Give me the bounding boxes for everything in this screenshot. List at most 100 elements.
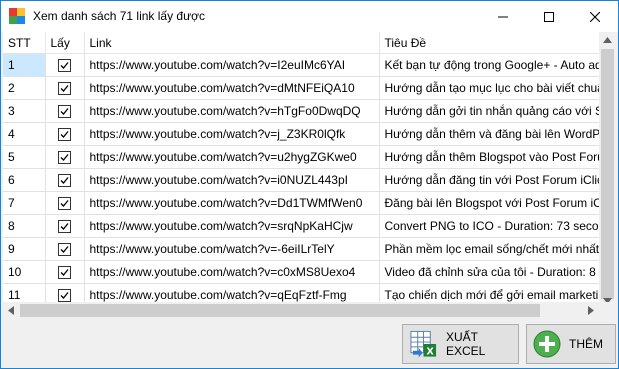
column-header-link[interactable]: Link [84,32,380,54]
table-row[interactable]: 9 https://www.youtube.com/watch?v=-6eiILr… [3,237,616,261]
checkmark-icon [60,223,69,231]
row-checkbox[interactable] [58,197,71,211]
close-icon [590,11,600,22]
row-checkbox-cell [45,99,85,123]
row-checkbox-cell [45,122,85,146]
row-stt[interactable]: 8 [3,214,46,238]
row-link[interactable]: https://www.youtube.com/watch?v=srqNpKaH… [84,214,380,238]
add-button[interactable]: THÊM [526,324,616,364]
table-row[interactable]: 10 https://www.youtube.com/watch?v=c0xMS8… [3,260,616,284]
vertical-scroll-thumb[interactable] [601,49,614,299]
row-link[interactable]: https://www.youtube.com/watch?v=c0xMS8Ue… [84,260,380,284]
table-row[interactable]: 1 https://www.youtube.com/watch?v=I2euIMc… [3,53,616,77]
checkmark-icon [60,108,69,116]
vertical-scrollbar[interactable] [599,32,616,304]
row-checkbox-cell [45,145,85,169]
row-title[interactable]: Convert PNG to ICO - Duration: 73 secon [379,214,616,238]
row-stt[interactable]: 1 [3,53,46,77]
scrollbar-corner [599,302,616,319]
row-checkbox-cell [45,53,85,77]
row-stt[interactable]: 6 [3,168,46,192]
row-stt[interactable]: 3 [3,99,46,123]
maximize-button[interactable] [526,1,572,32]
row-checkbox[interactable] [58,289,71,303]
row-link[interactable]: https://www.youtube.com/watch?v=-6eiILrT… [84,237,380,261]
row-stt[interactable]: 9 [3,237,46,261]
row-checkbox-cell [45,214,85,238]
checkmark-icon [60,85,69,93]
column-header-stt[interactable]: STT [3,32,46,54]
row-title[interactable]: Hướng dẫn tạo mục lục cho bài viết chuẩ [379,76,616,100]
table-row[interactable]: 6 https://www.youtube.com/watch?v=i0NUZL4… [3,168,616,192]
window-title: Xem danh sách 71 link lấy được [33,9,205,23]
links-table: STT Lấy Link Tiêu Đề 1 https://www.youtub… [3,32,616,307]
scroll-up-icon[interactable] [603,37,612,43]
row-link[interactable]: https://www.youtube.com/watch?v=I2euIMc6… [84,53,380,77]
table-row[interactable]: 3 https://www.youtube.com/watch?v=hTgFo0D… [3,99,616,123]
app-icon [9,8,25,24]
row-stt[interactable]: 2 [3,76,46,100]
row-checkbox[interactable] [58,266,71,280]
column-header-lay[interactable]: Lấy [45,32,85,54]
links-grid: STT Lấy Link Tiêu Đề 1 https://www.youtub… [3,32,616,319]
close-button[interactable] [572,1,618,32]
header-row: STT Lấy Link Tiêu Đề [3,32,616,54]
row-link[interactable]: https://www.youtube.com/watch?v=hTgFo0Dw… [84,99,380,123]
checkmark-icon [60,62,69,70]
row-checkbox-cell [45,260,85,284]
row-title[interactable]: Hướng dẫn gởi tin nhắn quảng cáo với SM [379,99,616,123]
row-link[interactable]: https://www.youtube.com/watch?v=i0NUZL44… [84,168,380,192]
row-checkbox[interactable] [58,243,71,257]
row-title[interactable]: Kết bạn tự động trong Google+ - Auto add [379,53,616,77]
horizontal-scroll-thumb[interactable] [20,304,540,317]
row-checkbox-cell [45,191,85,215]
row-stt[interactable]: 10 [3,260,46,284]
row-checkbox[interactable] [58,174,71,188]
table-row[interactable]: 2 https://www.youtube.com/watch?v=dMtNFEi… [3,76,616,100]
row-link[interactable]: https://www.youtube.com/watch?v=dMtNFEiQ… [84,76,380,100]
row-checkbox-cell [45,76,85,100]
row-checkbox[interactable] [58,59,71,73]
row-title[interactable]: Hướng dẫn thêm và đăng bài lên WordPre [379,122,616,146]
row-link[interactable]: https://www.youtube.com/watch?v=Dd1TWMfW… [84,191,380,215]
add-label: THÊM [569,337,603,351]
checkmark-icon [60,292,69,300]
scroll-left-icon[interactable] [8,306,14,315]
row-stt[interactable]: 4 [3,122,46,146]
row-title[interactable]: Video đã chỉnh sửa của tôi - Duration: 8… [379,260,616,284]
row-checkbox-cell [45,168,85,192]
column-header-title[interactable]: Tiêu Đề [379,32,616,54]
row-checkbox[interactable] [58,82,71,96]
checkmark-icon [60,154,69,162]
row-checkbox-cell [45,237,85,261]
table-row[interactable]: 7 https://www.youtube.com/watch?v=Dd1TWMf… [3,191,616,215]
row-checkbox[interactable] [58,128,71,142]
export-excel-label: XUẤT EXCEL [446,330,486,358]
row-checkbox[interactable] [58,220,71,234]
row-title[interactable]: Hướng dẫn đăng tin với Post Forum iClick [379,168,616,192]
horizontal-scrollbar[interactable] [3,302,599,319]
row-title[interactable]: Hướng dẫn thêm Blogspot vào Post Forum [379,145,616,169]
checkmark-icon [60,200,69,208]
svg-text:X: X [426,347,434,358]
table-row[interactable]: 4 https://www.youtube.com/watch?v=j_Z3KR0… [3,122,616,146]
row-title[interactable]: Đăng bài lên Blogspot với Post Forum iCl… [379,191,616,215]
checkmark-icon [60,269,69,277]
scroll-right-icon[interactable] [588,306,594,315]
maximize-icon [544,11,554,22]
checkmark-icon [60,177,69,185]
row-link[interactable]: https://www.youtube.com/watch?v=j_Z3KR0l… [84,122,380,146]
title-bar: Xem danh sách 71 link lấy được [1,1,618,32]
row-checkbox[interactable] [58,105,71,119]
row-title[interactable]: Phần mềm lọc email sống/chết mới nhất [379,237,616,261]
row-stt[interactable]: 7 [3,191,46,215]
row-checkbox[interactable] [58,151,71,165]
row-stt[interactable]: 5 [3,145,46,169]
minimize-button[interactable] [480,1,526,32]
minimize-icon [498,16,508,17]
add-circle-icon [533,330,561,358]
table-row[interactable]: 8 https://www.youtube.com/watch?v=srqNpKa… [3,214,616,238]
table-row[interactable]: 5 https://www.youtube.com/watch?v=u2hygZG… [3,145,616,169]
row-link[interactable]: https://www.youtube.com/watch?v=u2hygZGK… [84,145,380,169]
export-excel-button[interactable]: X XUẤT EXCEL [402,324,519,364]
